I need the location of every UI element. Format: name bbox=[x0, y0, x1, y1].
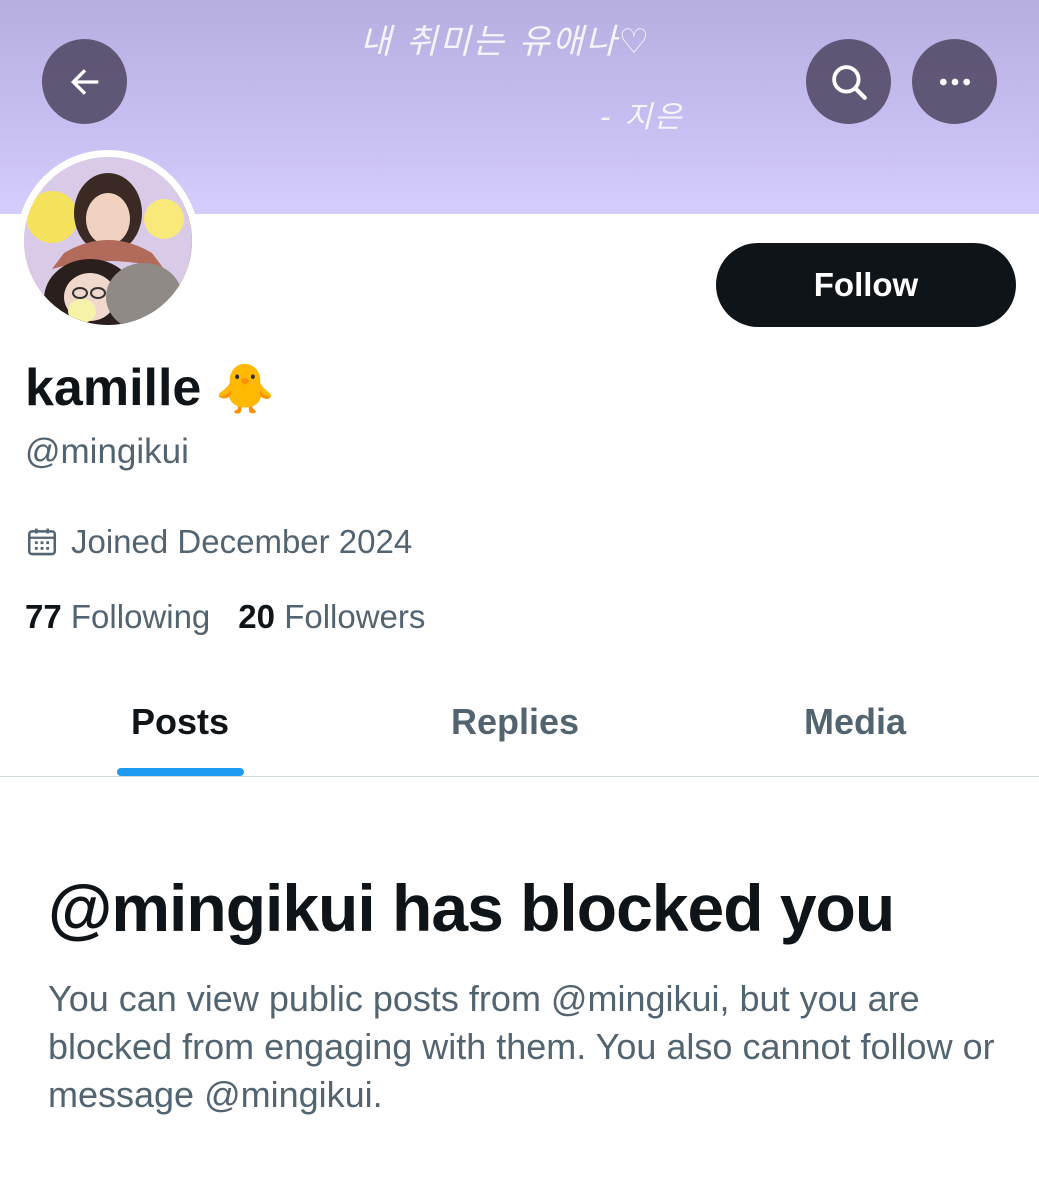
followers-label: Followers bbox=[284, 598, 426, 635]
joined-date: Joined December 2024 bbox=[25, 523, 412, 561]
following-link[interactable]: 77 Following bbox=[25, 598, 210, 636]
banner-handwriting-line1: 내 취미는 유애나♡ bbox=[360, 22, 652, 62]
following-count: 77 bbox=[25, 598, 62, 635]
follow-button[interactable]: Follow bbox=[716, 243, 1016, 327]
banner-handwriting-line2: - 지은 bbox=[600, 100, 684, 135]
profile-page: 내 취미는 유애나♡ - 지은 Follow kamille 🐥 @mingik… bbox=[0, 0, 1039, 1200]
profile-handle: @mingikui bbox=[25, 432, 189, 471]
more-options-button[interactable] bbox=[912, 39, 997, 124]
chick-emoji: 🐥 bbox=[215, 362, 276, 416]
profile-tabs: Posts Replies Media bbox=[0, 668, 1039, 777]
followers-count: 20 bbox=[238, 598, 276, 635]
tab-posts[interactable]: Posts bbox=[60, 668, 300, 776]
back-button[interactable] bbox=[42, 39, 127, 124]
avatar[interactable] bbox=[17, 150, 199, 332]
tab-media[interactable]: Media bbox=[735, 668, 975, 776]
active-tab-indicator bbox=[117, 768, 244, 776]
avatar-image bbox=[24, 157, 192, 325]
search-button[interactable] bbox=[806, 39, 891, 124]
followers-link[interactable]: 20 Followers bbox=[238, 598, 425, 636]
blocked-title: @mingikui has blocked you bbox=[48, 871, 895, 945]
following-label: Following bbox=[70, 598, 211, 635]
search-icon bbox=[831, 64, 867, 100]
follow-stats: 77 Following 20 Followers bbox=[25, 598, 425, 636]
blocked-description: You can view public posts from @mingikui… bbox=[48, 978, 995, 1115]
avatar-photo-illustration bbox=[24, 157, 192, 325]
joined-text: Joined December 2024 bbox=[71, 523, 413, 560]
more-horizontal-icon bbox=[939, 78, 970, 85]
arrow-left-icon bbox=[70, 68, 98, 95]
calendar-icon bbox=[27, 528, 57, 556]
display-name: kamille 🐥 bbox=[25, 358, 275, 418]
display-name-text: kamille bbox=[25, 359, 202, 417]
tab-replies[interactable]: Replies bbox=[395, 668, 635, 776]
